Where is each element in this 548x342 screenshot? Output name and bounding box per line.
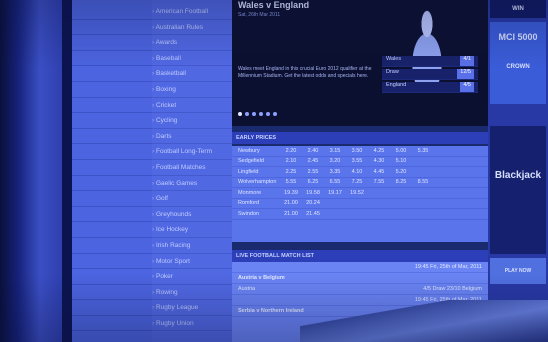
screen-edge <box>62 0 72 342</box>
live-match-header: LIVE FOOTBALL MATCH LIST <box>232 250 488 262</box>
match-title-row[interactable]: Austria v Belgium <box>232 273 488 284</box>
early-prices-header: EARLY PRICES <box>232 132 488 144</box>
race-time[interactable]: 4.30 <box>368 158 390 164</box>
race-time[interactable]: 5.20 <box>390 169 412 175</box>
race-time[interactable]: 2.45 <box>302 158 324 164</box>
race-time[interactable]: 3.35 <box>324 169 346 175</box>
race-time[interactable]: 3.20 <box>324 158 346 164</box>
price-row: Romford 21.00 20.24 <box>232 199 488 209</box>
hero-date: Sat, 26th Mar 2011 <box>238 12 281 18</box>
match-left-text: Austria v Belgium <box>238 275 285 281</box>
venue-name[interactable]: Sedgefield <box>232 158 280 164</box>
race-time[interactable]: 19.17 <box>324 190 346 196</box>
race-time[interactable]: 2.40 <box>302 148 324 154</box>
race-time[interactable]: 3.55 <box>346 158 368 164</box>
match-left-text: Austria <box>238 286 256 292</box>
featured-match-banner[interactable]: Wales v England Sat, 26th Mar 2011 Wales… <box>232 0 488 126</box>
desk-surface <box>300 300 548 342</box>
carousel-dot[interactable] <box>259 112 263 116</box>
race-time[interactable]: 19.58 <box>302 190 324 196</box>
price-row: Sedgefield 2.10 2.45 3.20 3.55 4.30 5.10 <box>232 157 488 167</box>
race-time[interactable]: 20.24 <box>302 200 324 206</box>
hero-description: Wales meet England in this crucial Euro … <box>238 66 372 79</box>
venue-name[interactable]: Newbury <box>232 148 280 154</box>
race-time[interactable]: 6.55 <box>324 179 346 185</box>
venue-name[interactable]: Lingfield <box>232 169 280 175</box>
match-right-text: 4/5 Draw 23/10 Belgium <box>423 286 482 292</box>
race-time[interactable]: 3.50 <box>346 148 368 154</box>
promo-banner-top[interactable]: WIN <box>490 0 546 18</box>
race-time[interactable]: 19.39 <box>280 190 302 196</box>
odds-label: Wales <box>386 56 402 62</box>
match-info-row[interactable]: Austria 4/5 Draw 23/10 Belgium <box>232 284 488 295</box>
race-time[interactable]: 2.10 <box>280 158 302 164</box>
price-row: Newbury 2.20 2.40 3.15 3.50 4.25 5.00 5.35 <box>232 146 488 157</box>
carousel-dot[interactable] <box>273 112 277 116</box>
race-time[interactable]: 7.25 <box>346 179 368 185</box>
venue-name[interactable]: Swindon <box>232 211 280 217</box>
promo-banner-casino[interactable]: MCI 5000 CROWN <box>490 22 546 104</box>
venue-name[interactable]: Monmore <box>232 190 280 196</box>
venue-name[interactable]: Wolverhampton <box>232 179 280 185</box>
promo-casino-title: MCI 5000 <box>498 32 538 42</box>
race-time[interactable]: 21.00 <box>280 200 302 206</box>
race-time[interactable]: 2.55 <box>302 169 324 175</box>
promo-blackjack-title: Blackjack <box>494 170 542 181</box>
race-time[interactable]: 8.25 <box>390 179 412 185</box>
promo-banner-bottom[interactable]: PLAY NOW <box>490 258 546 284</box>
odds-price[interactable]: 4/5 <box>460 82 474 92</box>
race-time[interactable]: 5.10 <box>390 158 412 164</box>
nav-shade <box>152 0 232 342</box>
price-row: Swindon 21.00 21.45 <box>232 209 488 220</box>
price-row: Wolverhampton 5.55 6.25 6.55 7.25 7.55 8.25 8.5… <box>232 178 488 188</box>
promo-banner-blackjack[interactable]: Blackjack <box>490 126 546 254</box>
odds-row[interactable]: England 4/5 <box>382 82 478 93</box>
early-prices-table: Newbury 2.20 2.40 3.15 3.50 4.25 5.00 5.35 Sedge… <box>232 146 488 242</box>
odds-label: England <box>386 82 407 88</box>
race-time[interactable]: 7.55 <box>368 179 390 185</box>
carousel-dot[interactable] <box>245 112 249 116</box>
race-time[interactable]: 4.25 <box>368 148 390 154</box>
race-time[interactable]: 5.55 <box>280 179 302 185</box>
odds-price[interactable]: 4/1 <box>460 56 474 66</box>
race-time[interactable]: 2.25 <box>280 169 302 175</box>
race-time[interactable]: 6.25 <box>302 179 324 185</box>
match-left-text: Serbia v Northern Ireland <box>238 308 304 314</box>
race-time[interactable]: 19.52 <box>346 190 368 196</box>
race-time[interactable]: 2.20 <box>280 148 302 154</box>
carousel-dot[interactable] <box>266 112 270 116</box>
odds-label: Draw <box>386 69 399 75</box>
promo-casino-sub: CROWN <box>506 64 530 70</box>
match-info-row[interactable]: 19:45 Fri, 25th of Mar, 2011 <box>232 262 488 273</box>
race-time[interactable]: 8.55 <box>412 179 434 185</box>
race-time[interactable]: 5.00 <box>390 148 412 154</box>
race-time[interactable]: 4.10 <box>346 169 368 175</box>
carousel-dot[interactable] <box>238 112 242 116</box>
race-time[interactable]: 21.45 <box>302 211 324 217</box>
race-time[interactable]: 3.15 <box>324 148 346 154</box>
match-right-text: 19:45 Fri, 25th of Mar, 2011 <box>414 264 482 270</box>
carousel-dots[interactable] <box>238 112 277 116</box>
carousel-dot[interactable] <box>252 112 256 116</box>
hero-title: Wales v England <box>238 0 310 10</box>
odds-row[interactable]: Draw 12/5 <box>382 69 478 80</box>
odds-price[interactable]: 12/5 <box>457 69 474 79</box>
hero-odds: Wales 4/1 Draw 12/5 England 4/5 <box>382 56 478 94</box>
odds-row[interactable]: Wales 4/1 <box>382 56 478 67</box>
race-time[interactable]: 5.35 <box>412 148 434 154</box>
venue-name[interactable]: Romford <box>232 200 280 206</box>
price-row: Lingfield 2.25 2.55 3.35 4.10 4.45 5.20 <box>232 167 488 178</box>
monitor-bezel <box>0 0 70 342</box>
race-time[interactable]: 4.45 <box>368 169 390 175</box>
race-time[interactable]: 21.00 <box>280 211 302 217</box>
price-row: Monmore 19.39 19.58 19.17 19.52 <box>232 188 488 199</box>
